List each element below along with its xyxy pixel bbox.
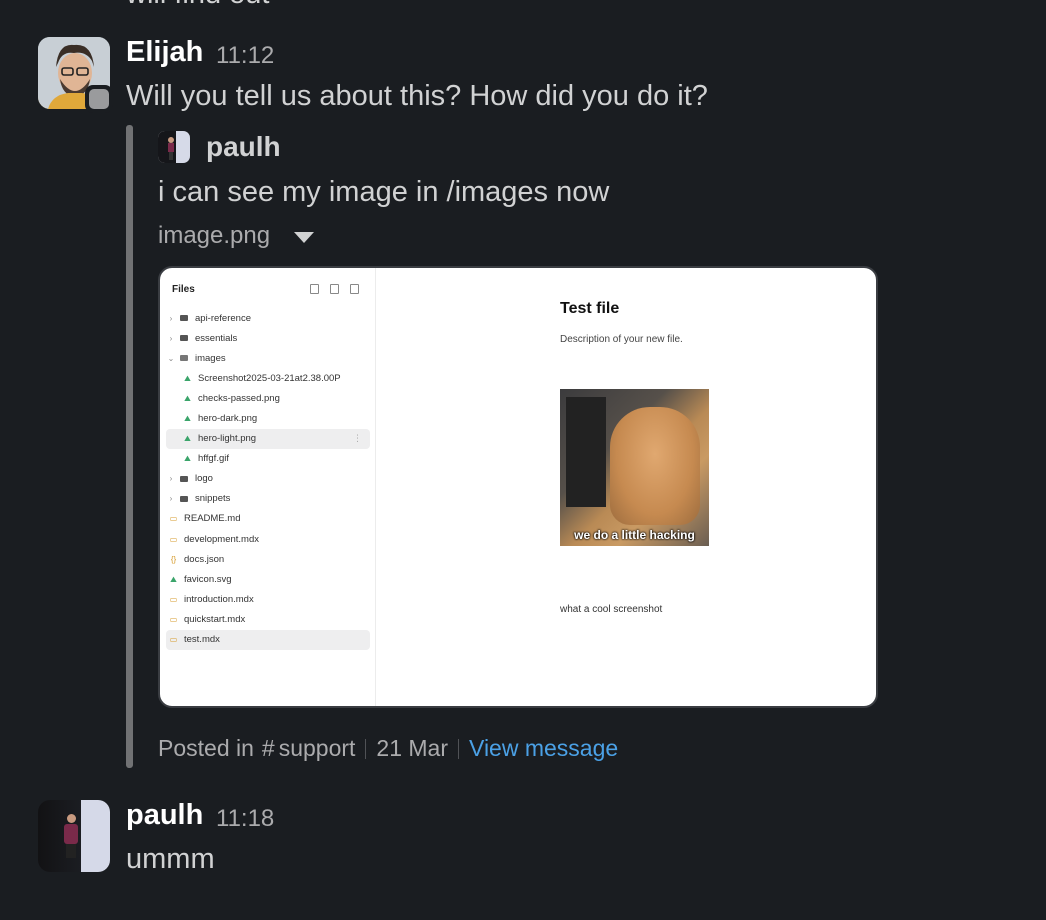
laptop-screen bbox=[566, 397, 606, 507]
tree-item-label: favicon.svg bbox=[184, 573, 232, 585]
tree-item-label: images bbox=[195, 352, 226, 364]
attached-image[interactable]: Files › api-reference › essentials ⌄ images… bbox=[158, 266, 878, 708]
tree-item-label: Screenshot2025-03-21at2.38.00P bbox=[198, 372, 341, 384]
tree-item-label: hero-light.png bbox=[198, 433, 257, 445]
avatar[interactable] bbox=[38, 800, 110, 872]
tree-item: ▭ README.md bbox=[166, 509, 370, 529]
shared-message-footer: Posted in # support 21 Mar View message bbox=[158, 735, 618, 762]
tree-item-label: test.mdx bbox=[184, 634, 220, 646]
tree-item-label: snippets bbox=[195, 493, 231, 505]
view-message-link[interactable]: View message bbox=[469, 735, 618, 762]
files-header: Files bbox=[172, 284, 195, 295]
file-tree: › api-reference › essentials ⌄ images ⛰ Scre… bbox=[166, 308, 370, 650]
tree-item: › snippets bbox=[166, 489, 370, 509]
tree-item: ⛰ favicon.svg bbox=[166, 569, 370, 589]
tree-item-label: hffgf.gif bbox=[198, 453, 229, 465]
message-author[interactable]: paulh bbox=[126, 799, 203, 832]
tree-item: ▭ introduction.mdx bbox=[166, 589, 370, 609]
tree-item: › api-reference bbox=[166, 308, 370, 328]
doc-file-icon: ▭ bbox=[169, 514, 178, 524]
quote-bar bbox=[126, 125, 133, 768]
divider bbox=[365, 738, 367, 759]
chevron-right-icon: › bbox=[169, 333, 173, 343]
tree-item-label: docs.json bbox=[184, 553, 225, 565]
more-icon: ⋮ bbox=[353, 433, 362, 444]
shared-message-text: i can see my image in /images now bbox=[158, 176, 610, 208]
tree-item-label: essentials bbox=[195, 332, 238, 344]
chevron-right-icon: › bbox=[169, 494, 173, 504]
folder-icon bbox=[180, 335, 188, 342]
upload-icon bbox=[350, 284, 359, 294]
document-preview: Test file Description of your new file. … bbox=[376, 268, 876, 706]
tree-item: ⌄ images bbox=[166, 348, 370, 368]
cat-figure bbox=[610, 407, 700, 525]
image-file-icon: ⛰ bbox=[184, 434, 191, 444]
image-file-icon: ⛰ bbox=[184, 454, 191, 464]
message-text: Will you tell us about this? How did you… bbox=[126, 80, 708, 112]
doc-file-icon: ▭ bbox=[169, 594, 178, 604]
message-text: ummm bbox=[126, 843, 215, 875]
folder-open-icon bbox=[180, 355, 188, 362]
file-tree-panel: Files › api-reference › essentials ⌄ images… bbox=[160, 268, 376, 706]
document-description: Description of your new file. bbox=[560, 334, 683, 345]
doc-file-icon: ▭ bbox=[169, 614, 178, 624]
tree-item-label: checks-passed.png bbox=[198, 392, 280, 404]
channel-hash-icon[interactable]: # bbox=[262, 735, 275, 762]
image-file-icon: ⛰ bbox=[184, 393, 191, 403]
tree-item-label: introduction.mdx bbox=[184, 593, 254, 605]
file-attachment-header[interactable]: image.png bbox=[158, 222, 315, 250]
image-file-icon: ⛰ bbox=[170, 574, 177, 584]
chevron-right-icon: › bbox=[169, 474, 173, 484]
message-timestamp[interactable]: 11:12 bbox=[216, 42, 274, 70]
tree-item-label: logo bbox=[195, 473, 213, 485]
tree-item: {} docs.json bbox=[166, 549, 370, 569]
divider bbox=[458, 738, 460, 759]
tree-item: ⛰ checks-passed.png bbox=[166, 388, 370, 408]
tree-item: ⛰ hffgf.gif bbox=[166, 449, 370, 469]
doc-file-icon: ▭ bbox=[169, 635, 178, 645]
tree-item: ⛰ Screenshot2025-03-21at2.38.00P bbox=[166, 368, 370, 388]
tree-item-label: development.mdx bbox=[184, 533, 259, 545]
cat-meme-image: we do a little hacking bbox=[560, 389, 709, 546]
folder-icon bbox=[180, 495, 188, 502]
person-figure bbox=[64, 814, 78, 858]
tree-item-label: README.md bbox=[184, 513, 241, 525]
tree-item: ⛰ hero-light.png ⋮ bbox=[166, 428, 370, 449]
shared-author-name[interactable]: paulh bbox=[206, 131, 281, 163]
folder-icon bbox=[180, 315, 188, 322]
tree-item: › essentials bbox=[166, 328, 370, 348]
chevron-down-icon: ⌄ bbox=[167, 353, 175, 363]
tree-item-label: api-reference bbox=[195, 312, 251, 324]
document-title: Test file bbox=[560, 300, 620, 317]
folder-icon bbox=[180, 475, 188, 482]
previous-message-text: will find out bbox=[126, 0, 269, 11]
document-footer-text: what a cool screenshot bbox=[560, 604, 663, 615]
new-folder-icon bbox=[330, 284, 339, 294]
json-file-icon: {} bbox=[170, 554, 177, 564]
image-caption: we do a little hacking bbox=[574, 528, 695, 542]
tree-item: ⛰ hero-dark.png bbox=[166, 408, 370, 428]
chevron-right-icon: › bbox=[169, 313, 173, 323]
message-author[interactable]: Elijah bbox=[126, 36, 203, 69]
shared-author-avatar[interactable] bbox=[158, 131, 190, 163]
image-file-icon: ⛰ bbox=[184, 414, 191, 424]
file-name[interactable]: image.png bbox=[158, 222, 270, 250]
caret-down-icon[interactable] bbox=[294, 231, 315, 243]
shared-date[interactable]: 21 Mar bbox=[376, 735, 448, 762]
tree-item: ▭ test.mdx bbox=[166, 629, 370, 650]
tree-item: › logo bbox=[166, 469, 370, 489]
tree-item-label: hero-dark.png bbox=[198, 413, 258, 425]
tree-item: ▭ development.mdx bbox=[166, 529, 370, 549]
presence-status-icon bbox=[85, 85, 113, 113]
posted-in-label: Posted in bbox=[158, 735, 254, 761]
tree-item-label: quickstart.mdx bbox=[184, 613, 246, 625]
message-timestamp[interactable]: 11:18 bbox=[216, 805, 274, 833]
channel-link[interactable]: support bbox=[279, 735, 356, 762]
new-file-icon bbox=[310, 284, 319, 294]
tree-item: ▭ quickstart.mdx bbox=[166, 609, 370, 629]
image-file-icon: ⛰ bbox=[184, 373, 191, 383]
doc-file-icon: ▭ bbox=[169, 534, 178, 544]
